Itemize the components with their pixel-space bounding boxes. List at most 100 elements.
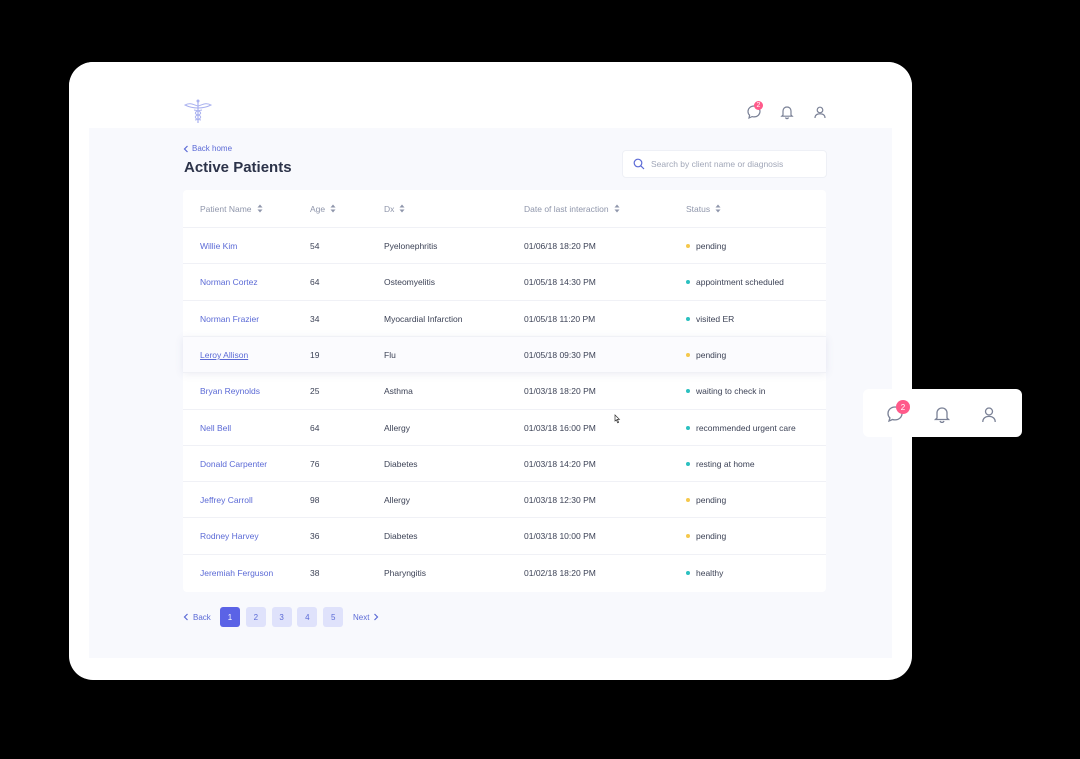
user-icon[interactable]: [979, 404, 999, 424]
status-cell: healthy: [686, 555, 723, 591]
status-cell: pending: [686, 337, 726, 373]
back-home-link[interactable]: Back home: [183, 144, 232, 153]
pagination-next-label: Next: [353, 612, 370, 622]
pagination-back-label: Back: [193, 612, 211, 622]
diagnosis-cell: Diabetes: [384, 531, 418, 542]
search-box[interactable]: [622, 150, 827, 178]
age-cell: 25: [310, 386, 320, 397]
status-label: waiting to check in: [696, 386, 766, 397]
table-row[interactable]: Donald Carpenter 76 Diabetes 01/03/18 14:20…: [183, 444, 826, 482]
status-dot-icon: [686, 425, 690, 430]
status-label: healthy: [696, 567, 724, 578]
patient-name-link[interactable]: Willie Kim: [200, 228, 237, 264]
table-row[interactable]: Nell Bell 64 Allergy 01/03/18 16:00 PM recom…: [183, 408, 826, 446]
diagnosis-cell: Pharyngitis: [384, 567, 427, 578]
age-cell: 38: [310, 567, 320, 578]
search-input[interactable]: [651, 159, 821, 169]
bell-icon[interactable]: [779, 104, 797, 122]
status-label: pending: [696, 241, 727, 251]
last-interaction-cell: 01/02/18 18:20 PM: [524, 567, 596, 578]
status-label: pending: [696, 531, 727, 542]
last-interaction-cell: 01/06/18 18:20 PM: [524, 241, 596, 251]
table-row[interactable]: Rodney Harvey 36 Diabetes 01/03/18 10:00 PM…: [183, 517, 826, 553]
page-5-button[interactable]: 5: [323, 607, 344, 627]
age-cell: 64: [310, 422, 320, 433]
table-row[interactable]: Jeremiah Ferguson 38 Pharyngitis 01/02/18 1…: [183, 553, 826, 591]
patient-name-link[interactable]: Bryan Reynolds: [200, 373, 260, 409]
diagnosis-cell: Flu: [384, 349, 396, 360]
column-header-label: Status: [686, 203, 711, 214]
last-interaction-cell: 01/05/18 09:30 PM: [524, 349, 596, 360]
diagnosis-cell: Osteomyelitis: [384, 277, 436, 288]
user-icon[interactable]: [812, 104, 830, 122]
status-cell: pending: [686, 518, 726, 554]
bell-icon[interactable]: [932, 404, 952, 424]
patient-name-link[interactable]: Jeremiah Ferguson: [200, 555, 273, 591]
status-dot-icon: [686, 570, 690, 575]
pagination-next-button[interactable]: Next: [353, 607, 379, 627]
chat-icon[interactable]: 2: [885, 400, 910, 424]
mouse-cursor-icon: [614, 414, 621, 424]
caduceus-logo-icon: [183, 99, 213, 123]
diagnosis-cell: Asthma: [384, 386, 413, 397]
back-home-label: Back home: [192, 144, 233, 153]
patient-name-link[interactable]: Jeffrey Carroll: [200, 482, 253, 518]
diagnosis-cell: Allergy: [384, 495, 410, 506]
patient-name-link[interactable]: Nell Bell: [200, 410, 231, 446]
status-cell: visited ER: [686, 301, 734, 337]
last-interaction-cell: 01/03/18 16:00 PM: [524, 422, 596, 433]
status-cell: appointment scheduled: [686, 264, 784, 300]
patient-name-link[interactable]: Leroy Allison: [200, 337, 248, 373]
age-cell: 19: [310, 349, 320, 360]
column-header-patient-name[interactable]: Patient Name: [200, 190, 263, 227]
status-cell: resting at home: [686, 446, 755, 482]
status-cell: recommended urgent care: [686, 410, 796, 446]
status-label: pending: [696, 495, 727, 506]
page-3-button[interactable]: 3: [271, 607, 292, 627]
table-row[interactable]: Jeffrey Carroll 98 Allergy 01/03/18 12:30 P…: [183, 481, 826, 517]
app-header: 2: [69, 62, 912, 128]
age-cell: 34: [310, 313, 320, 324]
status-dot-icon: [686, 534, 690, 539]
status-label: resting at home: [696, 458, 755, 469]
sort-icon: [715, 204, 721, 213]
table-row[interactable]: Leroy Allison 19 Flu 01/05/18 09:30 PM pendi…: [183, 335, 826, 373]
chat-icon[interactable]: 2: [746, 101, 764, 122]
messages-badge: 2: [896, 400, 910, 414]
status-label: appointment scheduled: [696, 277, 784, 288]
status-cell: waiting to check in: [686, 373, 765, 409]
sort-icon: [330, 204, 336, 213]
page-1-button[interactable]: 1: [220, 607, 240, 627]
status-label: recommended urgent care: [696, 422, 796, 433]
patient-name-link[interactable]: Donald Carpenter: [200, 446, 267, 482]
column-header-label: Date of last interaction: [524, 203, 609, 214]
diagnosis-cell: Diabetes: [384, 458, 418, 469]
patient-name-link[interactable]: Norman Cortez: [200, 264, 258, 300]
search-icon: [633, 158, 645, 170]
chevron-right-icon: [374, 613, 379, 621]
column-header-status[interactable]: Status: [686, 190, 721, 227]
sort-icon: [257, 204, 262, 213]
status-dot-icon: [686, 280, 690, 285]
last-interaction-cell: 01/05/18 11:20 PM: [524, 313, 596, 324]
page-2-button[interactable]: 2: [245, 607, 266, 627]
diagnosis-cell: Myocardial Infarction: [384, 313, 463, 324]
pagination-back-button[interactable]: Back: [183, 607, 211, 627]
table-row[interactable]: Norman Frazier 34 Myocardial Infarction 01/…: [183, 299, 826, 337]
page-4-button[interactable]: 4: [297, 607, 318, 627]
patients-table: Patient Name Age Dx Date of last interactio…: [183, 190, 826, 592]
column-header-label: Age: [310, 203, 326, 214]
patient-name-link[interactable]: Rodney Harvey: [200, 518, 259, 554]
age-cell: 36: [310, 531, 320, 542]
column-header-label: Dx: [384, 203, 395, 214]
age-cell: 76: [310, 458, 320, 469]
column-header-age[interactable]: Age: [310, 190, 336, 227]
patient-name-link[interactable]: Norman Frazier: [200, 301, 259, 337]
column-header-last-interaction[interactable]: Date of last interaction: [524, 190, 620, 227]
table-row[interactable]: Norman Cortez 64 Osteomyelitis 01/05/18 14:…: [183, 263, 826, 299]
column-header-dx[interactable]: Dx: [384, 190, 405, 227]
floating-notification-card: 2: [863, 389, 1022, 437]
table-row[interactable]: Bryan Reynolds 25 Asthma 01/03/18 18:20 PM w…: [183, 372, 826, 408]
table-row[interactable]: Willie Kim 54 Pyelonephritis 01/06/18 18:20…: [183, 227, 826, 263]
status-dot-icon: [686, 461, 690, 466]
